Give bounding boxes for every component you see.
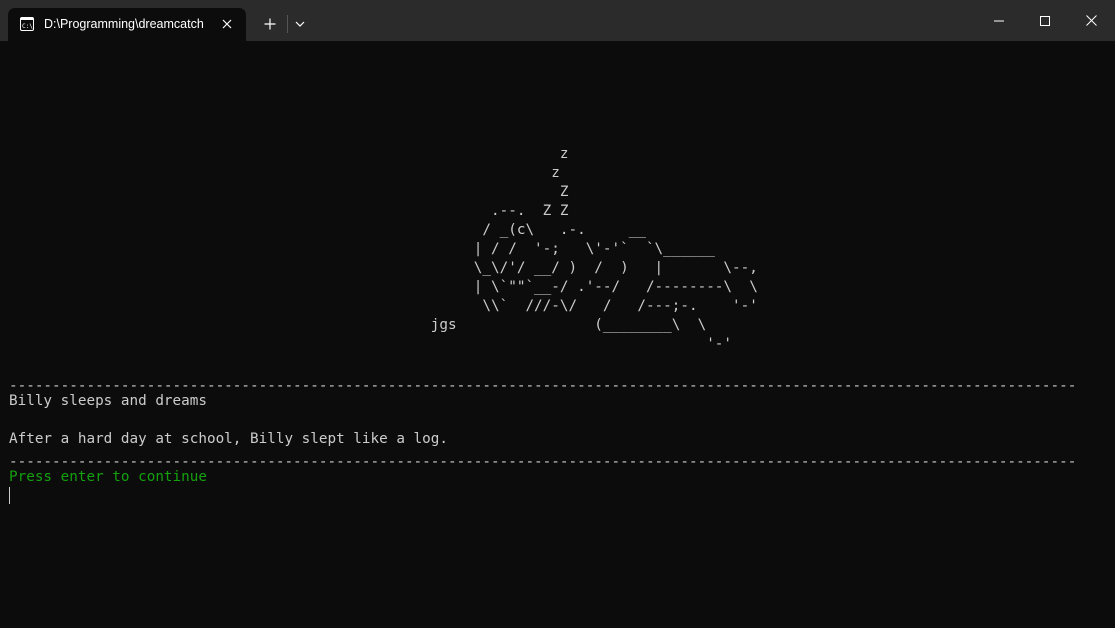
ascii-art-line: / _(c\ .-. __ [9,222,646,238]
minimize-icon [994,20,1004,21]
ascii-art-line: .--. Z Z [9,203,569,219]
tab-separator [287,15,288,33]
terminal-window: C:\ D:\Programming\dreamcatch z z Z .--.… [0,0,1115,628]
maximize-icon [1040,15,1050,26]
minimize-button[interactable] [976,0,1022,41]
ascii-art-line: z [9,146,569,162]
close-window-button[interactable] [1068,0,1114,41]
tab-close-button[interactable] [219,16,235,32]
text-cursor [9,487,10,504]
terminal-output[interactable]: z z Z .--. Z Z / _(c\ .-. __ | / / '-; \… [0,41,1115,628]
ascii-art-line: \\` ///-\/ / /---;-. '-' [9,298,758,314]
tab-title: D:\Programming\dreamcatch [44,17,204,31]
ascii-art-line: z [9,165,560,181]
close-icon [222,19,232,29]
ascii-art-line: | \`""`__-/ .'--/ /--------\ \ [9,279,758,295]
ascii-art-line: jgs (________\ \ [9,317,707,333]
scene-text: After a hard day at school, Billy slept … [9,431,448,447]
scene-title: Billy sleeps and dreams [9,393,207,409]
terminal-icon: C:\ [20,17,34,31]
title-bar: C:\ D:\Programming\dreamcatch [0,0,1115,41]
maximize-button[interactable] [1022,0,1068,41]
ascii-art-line: Z [9,184,569,200]
new-tab-button[interactable] [256,11,284,37]
close-icon [1085,15,1097,26]
terminal-tab[interactable]: C:\ D:\Programming\dreamcatch [8,8,246,41]
plus-icon [264,18,276,30]
tab-dropdown-button[interactable] [290,11,310,37]
ascii-art-line: \_\/'/ __/ ) / ) | \--, [9,260,758,276]
svg-text:C:\: C:\ [22,23,33,30]
chevron-down-icon [295,21,305,27]
continue-prompt: Press enter to continue [9,469,207,485]
ascii-art-line: '-' [9,336,733,352]
ascii-art-line: | / / '-; \'-'` `\______ [9,241,715,257]
